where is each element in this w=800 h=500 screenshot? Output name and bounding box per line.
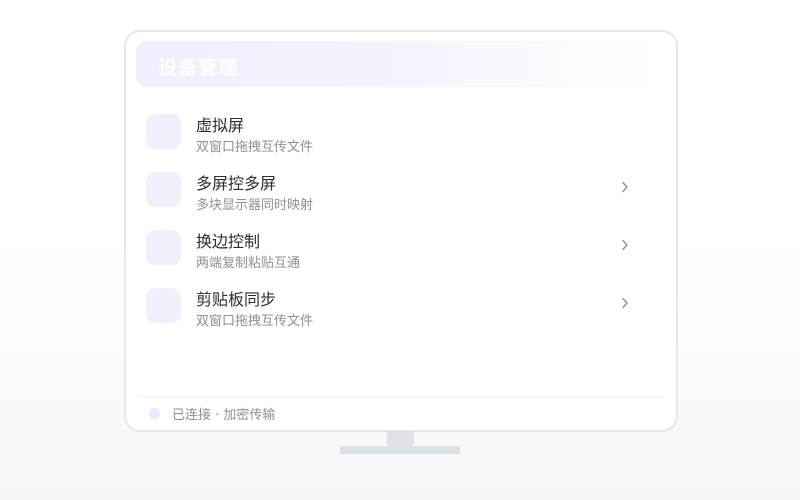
chevron-right-icon[interactable] (618, 296, 632, 310)
list-item-title: 多屏控多屏 (196, 174, 277, 193)
chevron-right-icon[interactable] (618, 180, 632, 194)
monitor-stand-base (340, 446, 460, 454)
list-item-edge-control[interactable]: 换边控制 两端复制粘贴互通 (146, 228, 646, 276)
list-item-subtitle: 双窗口拖拽互传文件 (196, 314, 314, 329)
list-item-virtual-screen[interactable]: 虚拟屏 双窗口拖拽互传文件 (146, 112, 646, 160)
list-item-title: 剪贴板同步 (196, 290, 277, 309)
list-item-title: 虚拟屏 (196, 116, 245, 135)
multi-screen-icon (146, 172, 181, 207)
monitor-frame: 设备管理 虚拟屏 双窗口拖拽互传文件 多屏控多屏 多块显示器同时映射 换边控制 … (124, 30, 678, 432)
edge-control-icon (146, 230, 181, 265)
list-item-multi-screen[interactable]: 多屏控多屏 多块显示器同时映射 (146, 170, 646, 218)
footer-divider (138, 396, 664, 397)
list-item-title: 换边控制 (196, 232, 261, 251)
connection-status-text: 已连接 · 加密传输 (172, 408, 276, 423)
connection-status-dot (149, 408, 160, 419)
header-bar: 设备管理 (136, 41, 652, 87)
page-title: 设备管理 (158, 57, 239, 79)
clipboard-sync-icon (146, 288, 181, 323)
list-item-clipboard-sync[interactable]: 剪贴板同步 双窗口拖拽互传文件 (146, 286, 646, 334)
virtual-screen-icon (146, 114, 181, 149)
monitor-stand-neck (387, 430, 414, 446)
list-item-subtitle: 两端复制粘贴互通 (196, 256, 301, 271)
chevron-right-icon[interactable] (618, 238, 632, 252)
list-item-subtitle: 多块显示器同时映射 (196, 198, 314, 213)
list-item-subtitle: 双窗口拖拽互传文件 (196, 140, 314, 155)
